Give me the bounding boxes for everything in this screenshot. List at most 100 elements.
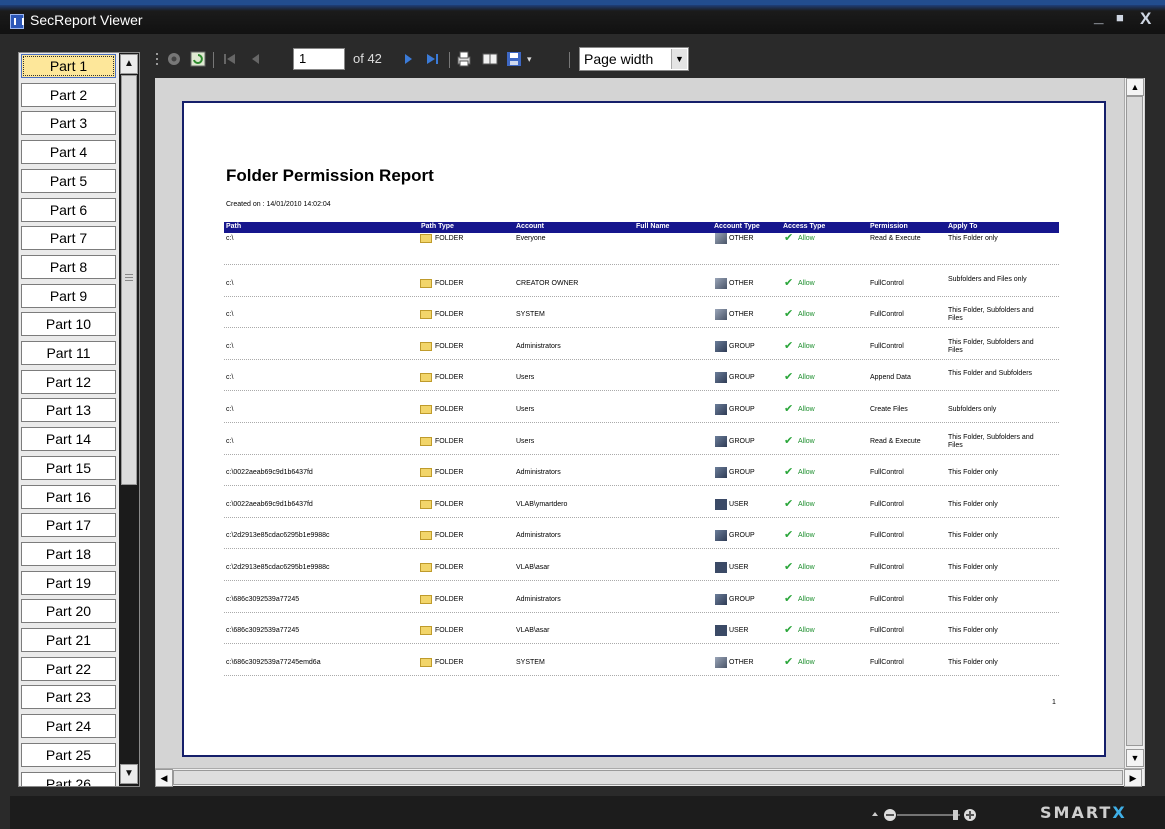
minimize-button[interactable]: _ [1094,7,1103,27]
sidebar-item-part-9[interactable]: Part 9 [21,283,116,308]
folder-icon [420,234,432,243]
allow-check-icon: ✔ [784,308,794,321]
other-account-icon [715,309,727,321]
folder-icon [420,563,432,572]
table-row: ✔ c:\ FOLDER Everyone OTHER Allow Read & Execu… [224,233,1059,265]
scroll-left-icon[interactable]: ◀ [155,769,173,787]
close-button[interactable]: X [1140,9,1151,29]
scroll-up-icon[interactable]: ▲ [1126,78,1144,96]
sidebar-item-part-11[interactable]: Part 11 [21,341,116,365]
save-export-icon[interactable] [505,50,523,68]
sidebar-item-part-8[interactable]: Part 8 [21,254,116,279]
folder-icon [420,341,432,351]
zoom-select[interactable]: Page width ▼ [579,47,689,71]
cell-account-type: USER [729,627,749,635]
cell-apply-to: This Folder only [948,469,998,477]
sidebar-item-part-7[interactable]: Part 7 [21,226,116,251]
sidebar-item-part-17[interactable]: Part 17 [21,513,116,538]
folder-icon [420,531,432,541]
next-page-icon[interactable] [399,50,417,68]
sidebar-item-part-6[interactable]: Part 6 [21,197,116,222]
scroll-down-icon[interactable]: ▼ [1126,749,1144,767]
vertical-scroll-thumb[interactable] [1126,96,1143,746]
sidebar-item-part-25[interactable]: Part 25 [21,742,116,767]
folder-icon [420,499,432,509]
previous-page-icon[interactable] [247,50,265,68]
stop-icon[interactable] [165,50,183,68]
table-row: ✔ c:\ FOLDER Users GROUP Allow Read & Execute T… [224,424,1059,455]
sidebar-item-part-2[interactable]: Part 2 [21,82,116,107]
print-icon[interactable] [455,50,473,68]
sidebar-item-part-12[interactable]: Part 12 [21,369,116,394]
vertical-scrollbar[interactable]: ▲ ▼ [1124,78,1144,768]
cell-path-type: FOLDER [435,658,464,666]
sidebar-item-part-20[interactable]: Part 20 [21,599,116,624]
cell-path: c:\2d2913e85cdac6295b1e9988c [226,564,330,571]
app-icon [10,14,24,29]
cell-permission: FullControl [870,279,904,287]
sidebar-scrollbar[interactable]: ▲ ▼ [119,53,139,786]
sidebar-item-part-21[interactable]: Part 21 [21,628,116,652]
sidebar-scroll-thumb[interactable] [121,75,137,485]
cell-access: Allow [798,658,815,666]
first-page-icon[interactable] [221,50,239,68]
cell-account: Administrators [516,342,561,350]
report-toolbar: 1 of 42 ▾ Page width ▼ [155,46,715,74]
sidebar-item-part-14[interactable]: Part 14 [21,427,116,452]
sidebar-item-part-22[interactable]: Part 22 [21,656,116,681]
table-row: ✔ c:\0022aeab69c9d1b6437fd FOLDER VLAB\ymar… [224,487,1059,518]
allow-check-icon: ✔ [784,592,794,605]
table-row: ✔ c:\ FOLDER Users GROUP Allow Create Files Sub… [224,392,1059,423]
cell-permission: FullControl [870,564,904,571]
cell-permission: FullControl [870,532,904,540]
sidebar-item-part-10[interactable]: Part 10 [21,312,116,337]
export-dropdown-icon[interactable]: ▾ [527,54,532,65]
refresh-icon[interactable] [189,50,207,68]
cell-permission: FullControl [870,627,904,635]
sidebar-item-part-18[interactable]: Part 18 [21,541,116,566]
cell-path-type: FOLDER [435,500,464,508]
table-row: ✔ c:\2d2913e85cdac6295b1e9988c FOLDER Admin… [224,518,1059,550]
cell-apply-to: This Folder only [948,627,998,635]
zoom-slider[interactable] [870,808,980,822]
cell-apply-to: This Folder only [948,564,998,571]
cell-path: c:\ [226,374,234,382]
sidebar-item-part-16[interactable]: Part 16 [21,484,116,509]
cell-account-type: OTHER [729,658,754,666]
page-setup-icon[interactable] [481,50,499,68]
sidebar-item-part-3[interactable]: Part 3 [21,111,116,136]
cell-access: Allow [798,500,815,508]
folder-icon [420,310,432,320]
folder-icon [420,278,432,288]
sidebar-item-part-4[interactable]: Part 4 [21,140,116,165]
user-account-icon [715,625,727,637]
horizontal-scrollbar[interactable]: ◀ ▶ [155,768,1144,787]
last-page-icon[interactable] [423,50,441,68]
page-number-input[interactable]: 1 [293,48,345,70]
cell-path-type: FOLDER [435,279,464,287]
sidebar-item-part-24[interactable]: Part 24 [21,714,116,739]
column-header: Apply To [948,223,978,230]
maximize-button[interactable]: ■ [1116,10,1124,25]
sidebar-item-part-23[interactable]: Part 23 [21,685,116,710]
cell-path-type: FOLDER [435,311,464,319]
column-header: Path [226,223,242,230]
cell-path: c:\ [226,311,234,319]
allow-check-icon: ✔ [784,276,794,289]
cell-account: Users [516,374,535,382]
sidebar-item-part-5[interactable]: Part 5 [21,168,116,193]
scroll-right-icon[interactable]: ▶ [1124,769,1142,787]
sidebar-item-part-26[interactable]: Part 26 [21,771,116,786]
sidebar-item-part-15[interactable]: Part 15 [21,455,116,480]
sidebar-item-part-19[interactable]: Part 19 [21,570,116,595]
scroll-up-icon[interactable]: ▲ [120,54,138,74]
sidebar-item-part-13[interactable]: Part 13 [21,398,116,423]
allow-check-icon: ✔ [784,434,794,447]
chevron-down-icon[interactable]: ▼ [671,49,687,69]
folder-icon [420,436,432,446]
allow-check-icon: ✔ [784,466,794,479]
cell-path: c:\0022aeab69c9d1b6437fd [226,469,313,477]
sidebar-item-part-1[interactable]: Part 1 [21,54,116,78]
scroll-down-icon[interactable]: ▼ [120,764,138,784]
horizontal-scroll-thumb[interactable] [173,770,1123,785]
